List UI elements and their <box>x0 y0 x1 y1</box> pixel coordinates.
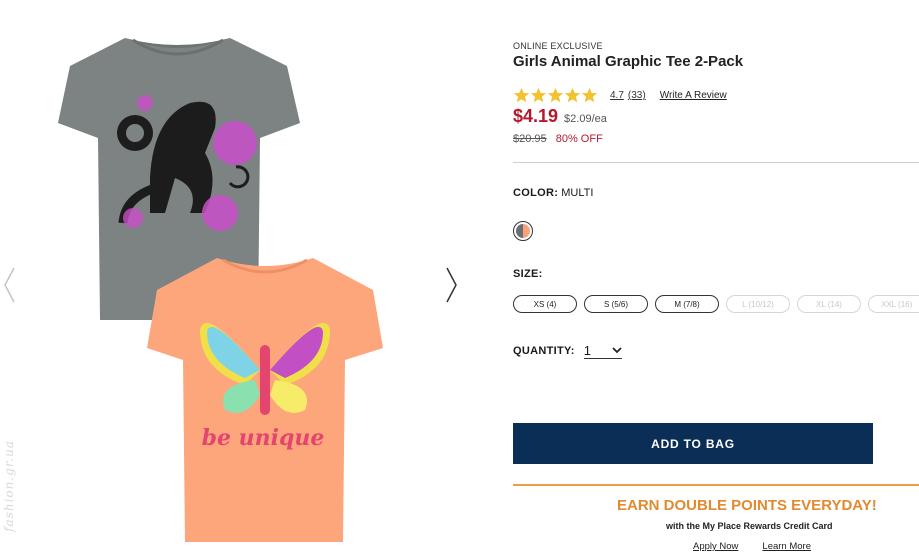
orange-tee-image: be unique <box>147 258 383 542</box>
chevron-left-icon <box>4 267 15 303</box>
learn-more-link[interactable]: Learn More <box>762 541 811 552</box>
size-option-s[interactable]: S (5/6) <box>584 295 648 313</box>
product-details: ONLINE EXCLUSIVE Girls Animal Graphic Te… <box>513 0 919 558</box>
price-row: $4.19 $2.09/ea <box>513 106 607 127</box>
original-price: $20.95 <box>513 133 547 145</box>
add-to-bag-button[interactable]: ADD TO BAG <box>513 423 873 464</box>
color-label: COLOR: <box>513 187 559 199</box>
sale-price: $4.19 <box>513 106 559 126</box>
divider <box>513 162 919 163</box>
promo-links: Apply Now Learn More <box>693 541 811 552</box>
color-row: COLOR: MULTI <box>513 187 593 199</box>
size-label: SIZE: <box>513 268 543 280</box>
unit-price: $2.09/ea <box>564 113 607 125</box>
original-price-row: $20.95 80% OFF <box>513 133 603 145</box>
star-icon <box>564 87 581 103</box>
color-swatch-multi[interactable] <box>513 221 533 241</box>
rating-row: 4.7 (33) Write A Review <box>513 87 727 104</box>
star-rating <box>513 87 598 104</box>
size-options: XS (4) S (5/6) M (7/8) L (10/12) XL (14)… <box>513 295 919 313</box>
rating-count[interactable]: (33) <box>628 90 646 101</box>
product-gallery: be unique fashion.gr.ua <box>0 0 470 558</box>
promo-subtitle: with the My Place Rewards Credit Card <box>666 521 833 531</box>
quantity-row: QUANTITY: 1 <box>513 343 622 359</box>
rating-value[interactable]: 4.7 <box>610 90 624 101</box>
product-title: Girls Animal Graphic Tee 2-Pack <box>513 53 744 70</box>
write-review-link[interactable]: Write A Review <box>660 90 727 101</box>
quantity-label: QUANTITY: <box>513 345 575 357</box>
chevron-right-icon <box>446 267 457 303</box>
quantity-select[interactable]: 1 <box>583 343 622 359</box>
next-image-button[interactable] <box>443 266 459 304</box>
chevron-down-icon <box>612 347 622 354</box>
star-icon <box>530 87 547 103</box>
size-option-xl[interactable]: XL (14) <box>797 295 861 313</box>
online-exclusive-label: ONLINE EXCLUSIVE <box>513 41 603 51</box>
swatch-fill <box>516 224 530 238</box>
size-option-xxl[interactable]: XXL (16) <box>868 295 919 313</box>
promo-divider <box>513 484 919 486</box>
discount-badge: 80% OFF <box>555 133 603 145</box>
size-option-l[interactable]: L (10/12) <box>726 295 790 313</box>
star-icon <box>513 87 530 103</box>
size-option-xs[interactable]: XS (4) <box>513 295 577 313</box>
size-option-m[interactable]: M (7/8) <box>655 295 719 313</box>
star-icon <box>547 87 564 103</box>
watermark: fashion.gr.ua <box>2 440 16 532</box>
quantity-value: 1 <box>583 343 592 358</box>
prev-image-button[interactable] <box>2 266 18 304</box>
shirt-slogan: be unique <box>202 425 325 451</box>
apply-now-link[interactable]: Apply Now <box>693 541 738 552</box>
promo-title: EARN DOUBLE POINTS EVERYDAY! <box>617 497 877 514</box>
color-value: MULTI <box>561 187 594 199</box>
star-icon <box>581 87 598 103</box>
